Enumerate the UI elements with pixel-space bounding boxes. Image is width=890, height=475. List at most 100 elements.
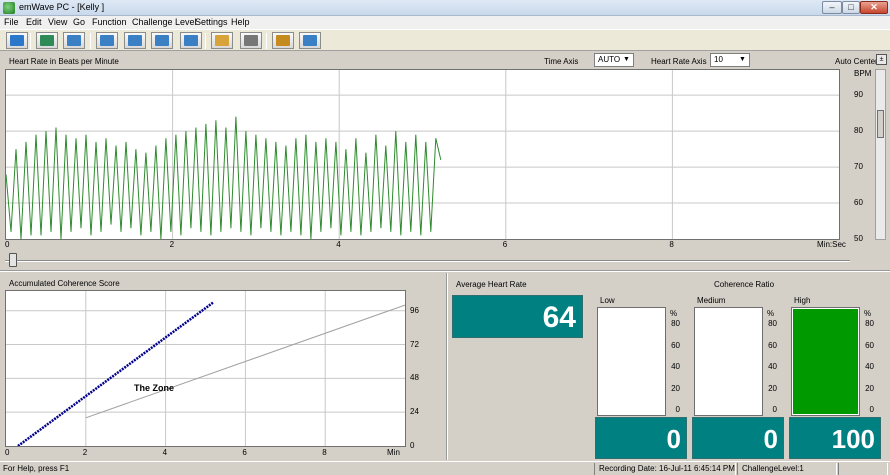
average-heart-rate-title: Average Heart Rate bbox=[456, 280, 527, 289]
percent-tick-label: 0 bbox=[772, 405, 777, 414]
horizontal-divider bbox=[0, 270, 890, 272]
coherence-ratio-title: Coherence Ratio bbox=[714, 280, 775, 289]
accumulated-score-line bbox=[17, 301, 215, 448]
sensor-icon bbox=[276, 35, 290, 46]
coherence-score-panel: Accumulated Coherence Score The Zone 96 7… bbox=[0, 273, 445, 461]
hr-x-tick-label: 2 bbox=[169, 240, 175, 249]
home-button[interactable] bbox=[6, 32, 28, 49]
time-axis-dropdown[interactable]: AUTO ▼ bbox=[594, 53, 634, 67]
coherence-score-title: Accumulated Coherence Score bbox=[9, 279, 120, 288]
status-help-text: For Help, press F1 bbox=[3, 464, 70, 473]
coherence-high-label: High bbox=[794, 296, 811, 305]
percent-tick-label: 60 bbox=[671, 340, 680, 350]
trend-icon bbox=[184, 35, 198, 46]
open-button[interactable] bbox=[211, 32, 233, 49]
cs-y-tick-label: 48 bbox=[410, 373, 419, 383]
percent-tick-label: 80 bbox=[768, 319, 777, 328]
pacer-icon bbox=[40, 35, 54, 46]
percent-tick-label: 20 bbox=[671, 383, 680, 393]
hr-y-tick-label: 80 bbox=[854, 126, 863, 136]
percent-tick-label: 20 bbox=[768, 383, 777, 393]
auto-center-button[interactable]: ± bbox=[876, 54, 887, 65]
hr-y-tick-label: 60 bbox=[854, 198, 863, 208]
percent-tick-label: 60 bbox=[768, 340, 777, 350]
cs-y-tick-label: 24 bbox=[410, 407, 419, 417]
coherence-medium-bar bbox=[694, 307, 763, 416]
bpm-scrollbar-thumb[interactable] bbox=[877, 110, 884, 138]
heart-rate-plot bbox=[5, 69, 840, 240]
zone-label: The Zone bbox=[134, 383, 174, 393]
time-slider-thumb[interactable] bbox=[9, 253, 17, 267]
hrv-graph-button[interactable] bbox=[96, 32, 118, 49]
help-icon bbox=[303, 35, 317, 46]
menu-file[interactable]: File bbox=[4, 17, 19, 27]
menu-help[interactable]: Help bbox=[231, 17, 250, 27]
time-slider-track[interactable] bbox=[5, 260, 850, 262]
percent-tick-label: 60 bbox=[865, 340, 874, 350]
percent-tick-label: 40 bbox=[671, 362, 680, 371]
hr-y-tick-label: 70 bbox=[854, 162, 863, 172]
menu-edit[interactable]: Edit bbox=[26, 17, 42, 27]
toolbar-separator bbox=[90, 33, 91, 49]
bar-chart-button[interactable] bbox=[124, 32, 146, 49]
auto-center-label: Auto Center bbox=[835, 57, 878, 66]
menu-challenge-level[interactable]: Challenge Level bbox=[132, 17, 197, 27]
minimize-button[interactable]: – bbox=[822, 1, 842, 14]
title-bar[interactable]: emWave PC - [Kelly ] – □ ✕ bbox=[0, 0, 890, 16]
coherence-low-bar bbox=[597, 307, 666, 416]
cs-x-tick-label: 4 bbox=[162, 448, 168, 457]
menu-go[interactable]: Go bbox=[73, 17, 85, 27]
window-title: emWave PC - [Kelly ] bbox=[19, 2, 105, 12]
status-empty-section bbox=[838, 463, 888, 475]
cs-x-tick-label: 0 bbox=[5, 448, 10, 457]
chevron-down-icon: ▼ bbox=[739, 56, 746, 63]
percent-tick-label: 0 bbox=[675, 405, 680, 414]
close-button[interactable]: ✕ bbox=[860, 1, 888, 14]
sensor-button[interactable] bbox=[272, 32, 294, 49]
pacer-button[interactable] bbox=[36, 32, 58, 49]
percent-tick-label: 0 bbox=[869, 405, 874, 414]
print-button[interactable] bbox=[240, 32, 262, 49]
trend-button[interactable] bbox=[180, 32, 202, 49]
status-bar: For Help, press F1 Recording Date: 16-Ju… bbox=[0, 461, 890, 475]
percent-symbol: % bbox=[670, 309, 678, 318]
spectrum-button[interactable] bbox=[151, 32, 173, 49]
cs-y-tick-label: 0 bbox=[410, 441, 415, 450]
app-logo-icon bbox=[3, 2, 15, 14]
cs-y-tick-label: 72 bbox=[410, 339, 419, 349]
coherence-bar-fill bbox=[793, 309, 858, 414]
waveform-icon bbox=[67, 35, 81, 46]
hr-x-tick-label: 8 bbox=[669, 240, 674, 249]
waveform-button[interactable] bbox=[63, 32, 85, 49]
cs-x-tick-label: 6 bbox=[242, 448, 247, 457]
cs-y-tick-label: 96 bbox=[410, 305, 419, 315]
time-axis-label: Time Axis bbox=[544, 57, 579, 66]
hr-x-tick-label: 6 bbox=[502, 240, 508, 249]
percent-tick-label: 40 bbox=[865, 362, 874, 371]
heart-rate-axis-dropdown[interactable]: 10 ▼ bbox=[710, 53, 750, 67]
maximize-button[interactable]: □ bbox=[842, 1, 860, 14]
toolbar-separator bbox=[266, 33, 267, 49]
hrv-graph-icon bbox=[100, 35, 114, 46]
emwave-window: emWave PC - [Kelly ] – □ ✕ File Edit Vie… bbox=[0, 0, 890, 475]
heart-rate-axis-label: Heart Rate Axis bbox=[651, 57, 707, 66]
folder-icon bbox=[215, 35, 229, 46]
average-heart-rate-value: 64 bbox=[452, 295, 583, 338]
menu-view[interactable]: View bbox=[48, 17, 67, 27]
time-axis-value: AUTO bbox=[598, 55, 621, 64]
coherence-medium-label: Medium bbox=[697, 296, 726, 305]
home-icon bbox=[10, 35, 24, 46]
menu-function[interactable]: Function bbox=[92, 17, 127, 27]
menu-settings[interactable]: Settings bbox=[195, 17, 228, 27]
coherence-score-plot: The Zone bbox=[5, 290, 406, 448]
percent-tick-label: 40 bbox=[768, 362, 777, 371]
recording-date: Recording Date: 16-Jul-11 6:45:14 PM bbox=[594, 463, 736, 475]
cs-x-tick-label: 2 bbox=[82, 448, 88, 457]
heart-rate-series-line bbox=[5, 116, 442, 240]
heart-rate-axis-value: 10 bbox=[714, 55, 723, 64]
toolbar-separator bbox=[30, 33, 31, 49]
bpm-scrollbar[interactable] bbox=[875, 69, 886, 240]
heart-rate-title: Heart Rate in Beats per Minute bbox=[9, 57, 119, 66]
help-button[interactable] bbox=[299, 32, 321, 49]
percent-symbol: % bbox=[767, 309, 775, 318]
